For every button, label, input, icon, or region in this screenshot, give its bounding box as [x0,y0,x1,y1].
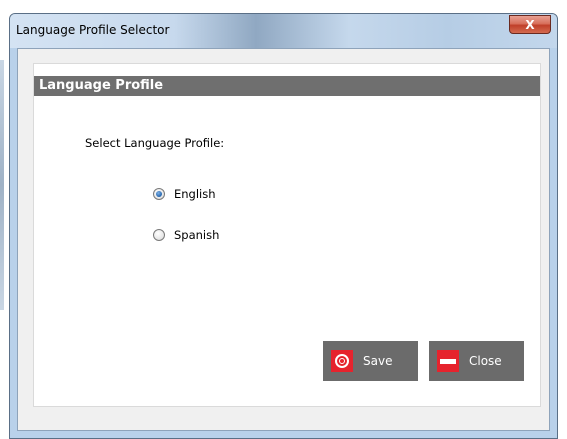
language-profile-panel: Language Profile Select Language Profile… [33,63,541,407]
radio-button-english[interactable] [153,188,165,200]
save-button[interactable]: Save [323,341,418,381]
radio-label-english: English [174,187,216,201]
panel-header: Language Profile [34,76,540,96]
select-profile-label: Select Language Profile: [85,136,225,150]
radio-button-spanish[interactable] [153,229,165,241]
window-close-button[interactable]: X [509,15,551,34]
panel-header-title: Language Profile [39,78,164,93]
radio-option-spanish[interactable]: Spanish [153,228,219,242]
background-edge [0,60,4,310]
minus-icon [437,350,459,372]
save-button-label: Save [363,354,393,368]
target-icon [331,350,353,372]
radio-option-english[interactable]: English [153,187,216,201]
close-button[interactable]: Close [429,341,524,381]
title-bar[interactable]: Language Profile Selector X [10,14,557,48]
radio-label-spanish: Spanish [174,228,220,242]
close-button-label: Close [469,354,502,368]
radio-selected-dot [156,191,162,197]
window-title: Language Profile Selector [16,23,170,37]
